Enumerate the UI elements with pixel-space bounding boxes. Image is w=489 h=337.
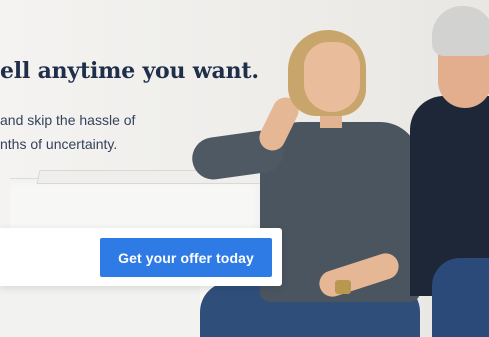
hero-subtext: and skip the hassle of nths of uncertain… — [0, 108, 220, 156]
hero-subtext-line: nths of uncertainty. — [0, 136, 118, 152]
woman-face — [304, 42, 360, 112]
get-offer-button[interactable]: Get your offer today — [100, 238, 272, 277]
hero-subtext-line: and skip the hassle of — [0, 112, 136, 128]
hero-section: ell anytime you want. and skip the hassl… — [0, 0, 489, 337]
man-jeans — [432, 258, 489, 337]
man-hair — [432, 6, 489, 56]
box-lower — [0, 286, 200, 337]
hero-headline: ell anytime you want. — [0, 58, 259, 84]
offer-card: Get your offer today — [0, 228, 282, 286]
watch — [335, 280, 351, 294]
